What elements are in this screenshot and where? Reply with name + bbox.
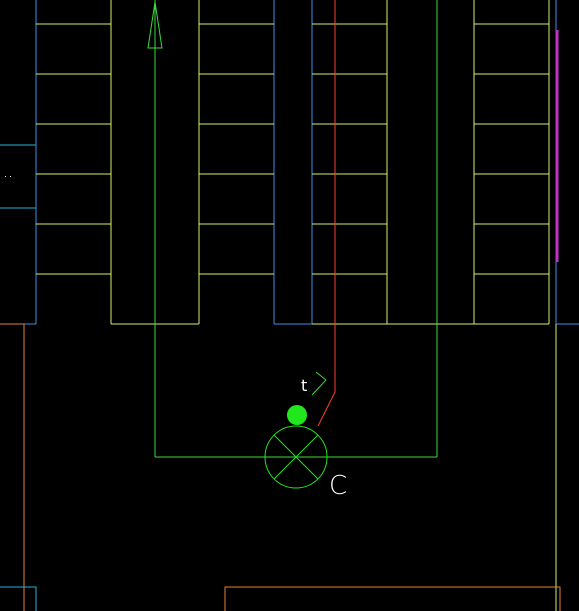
- green-dot-icon: [287, 405, 307, 425]
- bottom-left-cyan: [0, 586, 37, 611]
- cad-drawing: t C: [0, 0, 579, 611]
- parking-stall-grid: [36, 0, 557, 611]
- green-route: [154, 0, 438, 458]
- left-box-dots: [5, 176, 11, 177]
- c-label: C: [329, 471, 347, 501]
- orange-walls: [0, 323, 561, 611]
- red-route: [317, 0, 336, 427]
- t-label: t: [301, 376, 307, 395]
- green-flag-marker: [311, 371, 327, 396]
- bay-outlines: [0, 0, 579, 325]
